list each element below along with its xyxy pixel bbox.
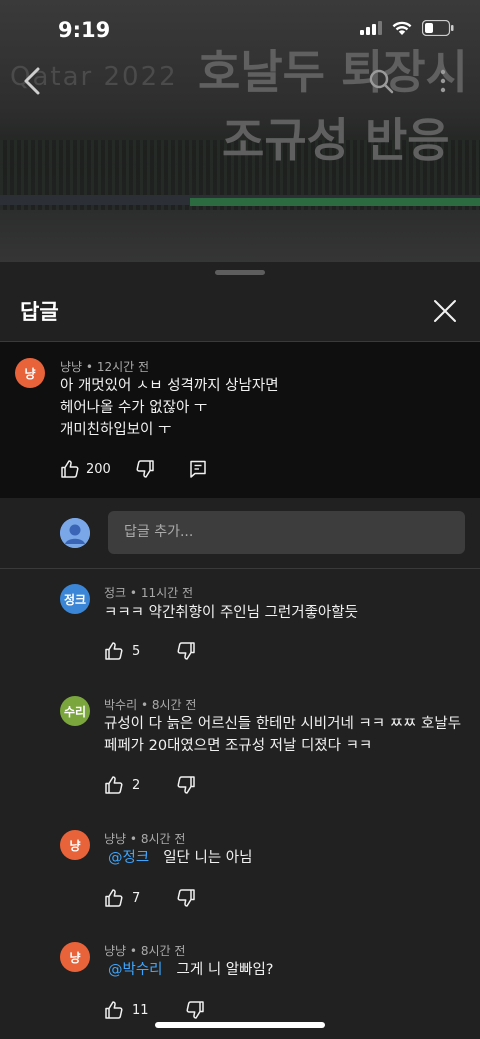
avatar[interactable]: 냥 bbox=[15, 358, 45, 388]
comment-time: 12시간 전 bbox=[96, 360, 150, 374]
search-icon[interactable] bbox=[368, 68, 394, 94]
comment-actions: 7 bbox=[104, 888, 196, 908]
comment-actions: 2 bbox=[104, 775, 196, 795]
comment-line: 헤어나올 수가 없잖아 ㅜ bbox=[60, 400, 208, 416]
comment-text: 아 개멋있어 ㅅㅂ 성격까지 상남자면 헤어나올 수가 없잖아 ㅜ 개미친하입보… bbox=[60, 375, 279, 441]
comment-text: @박수리 그게 니 알빠임? bbox=[104, 959, 274, 981]
wifi-icon bbox=[392, 21, 412, 35]
comment-line: ㅋㅋㅋ 약간취향이 주인님 그런거좋아할듯 bbox=[104, 605, 358, 621]
add-reply-divider bbox=[0, 568, 480, 569]
comment-author[interactable]: 냥냥 bbox=[60, 360, 82, 374]
thumb-up-icon[interactable] bbox=[104, 888, 124, 908]
comment-meta: 냥냥 • 8시간 전 bbox=[104, 942, 185, 959]
reply-comment-icon[interactable] bbox=[188, 459, 208, 479]
add-reply-row: 답글 추가... bbox=[0, 498, 480, 568]
pitch-strip bbox=[190, 198, 480, 206]
video-overlay-line1: 호날두 퇴장시 bbox=[198, 45, 468, 99]
status-time: 9:19 bbox=[58, 18, 111, 42]
comment-time: 8시간 전 bbox=[140, 832, 186, 846]
status-icons bbox=[360, 20, 454, 36]
avatar[interactable]: 냥 bbox=[60, 942, 90, 972]
comment-line: @박수리 그게 니 알빠임? bbox=[104, 959, 274, 981]
parent-comment: 냥 냥냥 • 12시간 전 아 개멋있어 ㅅㅂ 성격까지 상남자면 헤어나올 수… bbox=[0, 342, 480, 498]
cellular-signal-icon bbox=[360, 21, 382, 35]
thumb-up-icon[interactable] bbox=[60, 459, 80, 479]
like-count: 7 bbox=[132, 890, 141, 906]
comment-line: 개미친하입보이 ㅜ bbox=[60, 422, 172, 438]
add-reply-input[interactable]: 답글 추가... bbox=[108, 511, 465, 554]
user-mention-link[interactable]: @박수리 bbox=[108, 962, 163, 978]
thumb-down-icon[interactable] bbox=[135, 459, 155, 479]
comment-text: 규성이 다 늙은 어르신들 한테만 시비거네 ㅋㅋ ㅉㅉ 호날두 페페가 20대… bbox=[104, 713, 461, 757]
video-player[interactable]: Qatar 2022 호날두 퇴장시 조규성 반응 9:19 bbox=[0, 0, 480, 265]
thumb-down-icon[interactable] bbox=[176, 888, 196, 908]
avatar[interactable]: 정크 bbox=[60, 584, 90, 614]
user-mention-link[interactable]: @정크 bbox=[108, 850, 149, 866]
close-icon[interactable] bbox=[432, 298, 458, 324]
comment-text: ㅋㅋㅋ 약간취향이 주인님 그런거좋아할듯 bbox=[104, 602, 358, 624]
comment-time: 8시간 전 bbox=[151, 698, 197, 712]
sheet-drag-handle[interactable] bbox=[215, 270, 265, 275]
meta-separator: • bbox=[85, 360, 97, 374]
thumb-down-icon[interactable] bbox=[185, 1000, 205, 1020]
home-indicator[interactable] bbox=[155, 1022, 325, 1028]
meta-separator: • bbox=[137, 698, 152, 712]
comment-author[interactable]: 박수리 bbox=[104, 698, 137, 712]
thumb-down-icon[interactable] bbox=[176, 775, 196, 795]
thumb-down-icon[interactable] bbox=[176, 641, 196, 661]
comment-meta: 냥냥 • 12시간 전 bbox=[60, 358, 149, 375]
comment-time: 8시간 전 bbox=[140, 944, 186, 958]
video-overlay-line2: 조규성 반응 bbox=[222, 113, 450, 167]
avatar[interactable]: 수리 bbox=[60, 696, 90, 726]
comment-line: 페페가 20대였으면 조규성 저날 디졌다 ㅋㅋ bbox=[104, 738, 373, 754]
comment-line: 아 개멋있어 ㅅㅂ 성격까지 상남자면 bbox=[60, 378, 279, 394]
comment-line: 규성이 다 늙은 어르신들 한테만 시비거네 ㅋㅋ ㅉㅉ 호날두 bbox=[104, 716, 462, 732]
like-count: 11 bbox=[132, 1002, 149, 1018]
comment-text: @정크 일단 니는 아님 bbox=[104, 847, 252, 869]
avatar[interactable]: 냥 bbox=[60, 830, 90, 860]
comment-actions: 11 bbox=[104, 1000, 205, 1020]
chevron-left-icon[interactable] bbox=[18, 66, 46, 96]
sheet-title: 답글 bbox=[20, 300, 59, 324]
like-count: 2 bbox=[132, 777, 141, 793]
replies-sheet: 답글 냥 냥냥 • 12시간 전 아 개멋있어 ㅅㅂ 성격까지 상남자면 헤어나… bbox=[0, 262, 480, 1039]
like-count: 5 bbox=[132, 643, 141, 659]
meta-separator: • bbox=[126, 832, 141, 846]
like-count: 200 bbox=[86, 461, 111, 477]
comment-author[interactable]: 냥냥 bbox=[104, 832, 126, 846]
comment-actions: 5 bbox=[104, 641, 196, 661]
thumb-up-icon[interactable] bbox=[104, 1000, 124, 1020]
comment-author[interactable]: 정크 bbox=[104, 586, 126, 600]
meta-separator: • bbox=[126, 944, 141, 958]
comment-meta: 정크 • 11시간 전 bbox=[104, 584, 193, 601]
battery-icon bbox=[422, 20, 454, 36]
comment-actions: 200 bbox=[60, 459, 208, 479]
comment-author[interactable]: 냥냥 bbox=[104, 944, 126, 958]
comment-meta: 냥냥 • 8시간 전 bbox=[104, 830, 185, 847]
comment-line-text: 그게 니 알빠임? bbox=[176, 962, 274, 978]
thumb-up-icon[interactable] bbox=[104, 775, 124, 795]
comment-line: @정크 일단 니는 아님 bbox=[104, 847, 252, 869]
comment-time: 11시간 전 bbox=[140, 586, 194, 600]
thumb-up-icon[interactable] bbox=[104, 641, 124, 661]
user-avatar-icon bbox=[60, 518, 90, 548]
comment-line-text: 일단 니는 아님 bbox=[163, 850, 253, 866]
more-vertical-icon[interactable] bbox=[438, 68, 448, 94]
avatar[interactable] bbox=[60, 518, 90, 548]
meta-separator: • bbox=[126, 586, 141, 600]
comment-meta: 박수리 • 8시간 전 bbox=[104, 696, 196, 713]
